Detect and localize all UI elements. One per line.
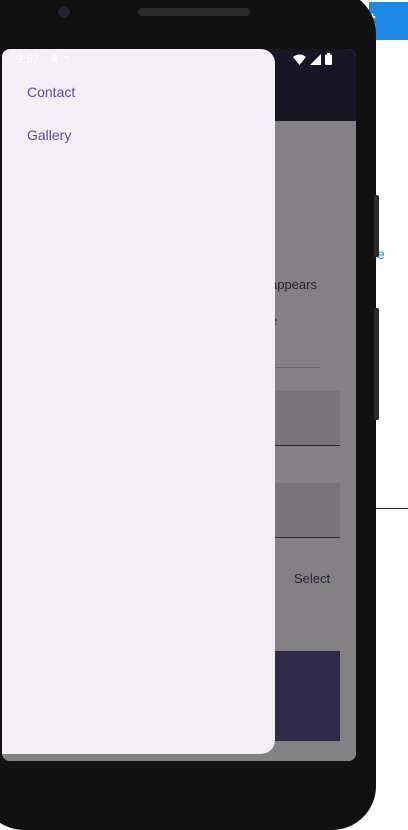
signal-icon (310, 53, 321, 65)
wifi-icon (293, 54, 306, 65)
front-camera (58, 6, 70, 18)
power-button[interactable] (374, 195, 379, 257)
status-notification-icons: ▮◓ (52, 53, 76, 64)
status-time: 9:57 (16, 52, 40, 66)
device-screen: s appears e Select Contact Gallery 9:57 … (2, 49, 356, 761)
drawer-item-contact[interactable]: Contact (27, 84, 75, 100)
battery-icon (325, 53, 332, 65)
status-system-icons (293, 53, 332, 65)
volume-button[interactable] (374, 308, 379, 420)
earpiece-speaker (138, 8, 250, 16)
navigation-drawer: Contact Gallery (2, 49, 275, 754)
drawer-item-gallery[interactable]: Gallery (27, 127, 71, 143)
phone-frame: s appears e Select Contact Gallery 9:57 … (0, 0, 379, 830)
status-bar: 9:57 ▮◓ (2, 49, 356, 71)
sim-card-icon: ▮ (52, 53, 64, 64)
debug-icon: ◓ (63, 53, 76, 64)
